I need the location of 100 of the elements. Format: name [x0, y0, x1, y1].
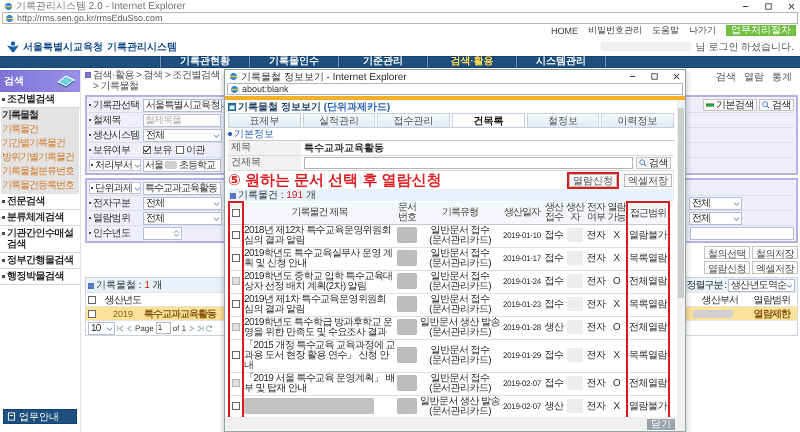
tab[interactable]: 철정보 — [526, 113, 600, 127]
previous-page-icon[interactable] — [126, 324, 133, 332]
action-button[interactable]: 철의선택 — [704, 246, 750, 259]
header-link[interactable]: HOME — [551, 26, 578, 36]
table-cell: 전자 — [586, 299, 606, 310]
nav-tab[interactable]: 기준관리 — [338, 56, 427, 68]
search-button[interactable]: 검색 — [759, 99, 794, 111]
result-count: 기록물철 : 1 개 — [96, 279, 163, 292]
first-page-icon[interactable] — [117, 324, 124, 332]
table-cell: 일반문서 접수 (문서관리카드) — [429, 271, 491, 292]
action-button[interactable]: 열람신청 — [567, 172, 619, 188]
label-dropdown[interactable]: 처리부서 — [89, 159, 141, 171]
select-field[interactable]: 전체 — [143, 212, 222, 224]
action-button[interactable]: 엑셀저장 — [752, 261, 798, 274]
nav-tab[interactable]: 시스템관리 — [516, 56, 605, 68]
address-bar[interactable]: http://rms.sen.go.kr/rmsEduSso.com — [2, 12, 798, 24]
nav-tab[interactable]: 기록관현황 — [160, 56, 249, 68]
header-link[interactable]: 도움말 — [652, 24, 679, 37]
basic-search-button[interactable]: 기본검색 — [703, 99, 757, 111]
subnav-link[interactable]: 열람 — [744, 70, 764, 84]
nav-tab[interactable]: 기록물인수 — [249, 56, 338, 68]
subnav-link[interactable]: 검색 — [716, 70, 736, 84]
table-cell: 전자 — [586, 253, 606, 264]
row-checkbox[interactable] — [232, 402, 240, 410]
page-field[interactable]: 1 — [156, 322, 171, 334]
select-field[interactable]: 전체 — [143, 128, 222, 142]
tab[interactable]: 건목록 — [452, 113, 525, 127]
search-button[interactable]: 검색 — [636, 157, 671, 169]
row-checkbox[interactable] — [232, 351, 240, 360]
select-field[interactable]: 서울특별시교육청 — [143, 98, 222, 112]
sidebar-item[interactable]: 조건별검색 — [7, 94, 54, 105]
table-cell: O — [612, 378, 620, 389]
spinner-field[interactable] — [143, 226, 182, 240]
table-cell: 목록열람 — [629, 299, 667, 310]
select-all-checkbox[interactable] — [88, 296, 96, 304]
sidebar-item[interactable]: 분류체계검색 — [7, 212, 64, 223]
label-dropdown[interactable]: 단위과제 — [89, 182, 141, 194]
select-field[interactable]: 전체 — [689, 196, 742, 210]
select-field[interactable]: 전체 — [689, 212, 742, 224]
text-field[interactable]: 서울 초등학교 — [143, 158, 221, 172]
close-icon[interactable] — [787, 2, 796, 10]
dropdown-icon — [213, 214, 220, 222]
row-checkbox[interactable] — [232, 300, 240, 308]
header-link[interactable]: 비밀번호관리 — [588, 24, 642, 37]
text-field[interactable] — [690, 226, 794, 240]
address-bar[interactable]: about:blank — [227, 83, 683, 95]
search-field[interactable] — [304, 157, 633, 169]
column-header: 문서번호 — [395, 202, 419, 224]
select-field[interactable]: 전체 — [143, 196, 222, 210]
checkbox[interactable] — [176, 146, 184, 154]
table-cell: 접수 — [544, 299, 564, 310]
table-cell: 일반문서 생산 발송 (문서관리카드) — [420, 317, 500, 338]
tab[interactable]: 이력정보 — [601, 113, 674, 127]
submenu-item[interactable]: 기록물철 — [1, 109, 79, 123]
next-page-icon[interactable] — [188, 324, 196, 332]
action-button[interactable]: 열람신청 — [704, 261, 750, 274]
sidebar-item[interactable]: 행정박물검색 — [7, 271, 64, 282]
row-checkbox[interactable] — [232, 231, 240, 240]
list-icon — [230, 193, 236, 199]
select-all-checkbox[interactable] — [232, 208, 240, 217]
refresh-icon[interactable] — [206, 324, 214, 332]
dropdown-icon — [786, 282, 794, 288]
url-text: http://rms.sen.go.kr/rmsEduSso.com — [17, 13, 163, 23]
text-field[interactable]: 특수교과교육활동 — [143, 182, 221, 194]
close-icon[interactable] — [672, 72, 681, 81]
page-size-select[interactable]: 10 — [88, 322, 115, 334]
header-link[interactable]: 나가기 — [689, 24, 716, 37]
popup-heading: 기록물철 정보보기 (단위과제카드) — [238, 101, 390, 114]
sidebar-item[interactable]: 기관간인수매설검색 — [7, 228, 78, 250]
scrollbar[interactable] — [677, 100, 685, 417]
window-icon — [228, 103, 236, 111]
sidebar-item[interactable]: 전문검색 — [7, 196, 45, 207]
breadcrumb: 검색·활용 > 검색 > 조건별검색 > 기록물철 — [93, 70, 221, 92]
nav-tab[interactable]: 검색·활용 — [427, 56, 516, 68]
tab[interactable]: 표제부 — [228, 113, 301, 127]
tab[interactable]: 접수관리 — [377, 113, 450, 127]
last-page-icon[interactable] — [197, 324, 204, 332]
row-checkbox[interactable] — [88, 310, 96, 318]
tab[interactable]: 실적관리 — [302, 113, 376, 127]
guide-button[interactable]: 업무안내 — [3, 409, 77, 424]
table-cell: O — [612, 322, 620, 333]
row-checkbox[interactable] — [232, 254, 240, 262]
dropdown-icon — [213, 200, 220, 206]
sidebar-item[interactable]: 정부간행물검색 — [7, 255, 74, 266]
bullet-icon — [2, 98, 5, 101]
action-button[interactable]: 엑셀저장 — [622, 172, 674, 188]
table-cell: 「2015 개정 특수교육 교육과정에 교과용 도서 현장 활용 연수」 신청 안내 — [244, 340, 395, 371]
subnav-link[interactable]: 통계 — [772, 70, 792, 84]
maximize-icon[interactable] — [650, 72, 659, 81]
section-title: 기본정보 — [234, 128, 274, 141]
logo-text: 서울특별시교육청 — [23, 40, 103, 54]
redaction-blur — [397, 250, 417, 266]
bullet-icon — [2, 275, 5, 278]
action-button[interactable]: 철의저장 — [752, 246, 798, 259]
maximize-icon[interactable] — [764, 2, 773, 10]
checkbox[interactable] — [143, 146, 151, 154]
sort-select[interactable]: 생산년도역순 — [728, 278, 795, 292]
field-label: 철제목 — [93, 114, 121, 127]
table-cell: 「2019 서울 특수교육 운영계획」 배부 및 탑재 안내 — [244, 373, 395, 394]
book-icon — [56, 74, 76, 88]
